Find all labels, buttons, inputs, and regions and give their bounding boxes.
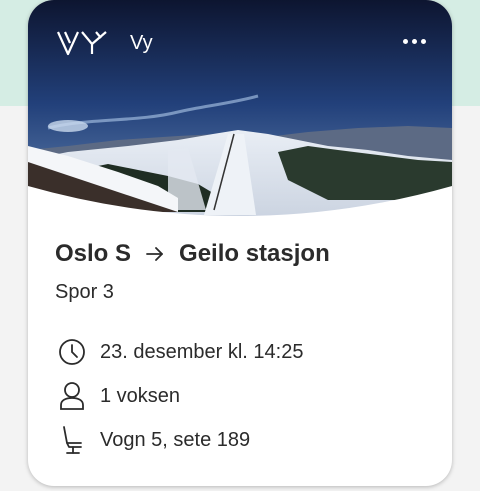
clock-icon <box>58 337 86 367</box>
track-label: Spor 3 <box>55 281 114 303</box>
route: Oslo S Geilo stasjon <box>55 240 330 268</box>
seat-text: Vogn 5, sete 189 <box>100 428 251 451</box>
route-origin: Oslo S <box>55 240 132 267</box>
vy-logo-icon <box>56 31 107 56</box>
departure-row: 23. desember kl. 14:25 <box>58 337 303 367</box>
travellers-row: 1 voksen <box>58 381 180 411</box>
arrow-right-icon <box>145 246 165 262</box>
seat-icon <box>58 425 86 455</box>
trip-card[interactable]: Vy Oslo S Geilo stasjon Spor 3 23. desem… <box>28 0 452 486</box>
travellers-text: 1 voksen <box>100 384 181 407</box>
person-icon <box>58 381 86 411</box>
departure-text: 23. desember kl. 14:25 <box>100 340 304 363</box>
seat-row: Vogn 5, sete 189 <box>58 425 250 455</box>
route-destination: Geilo stasjon <box>179 240 330 267</box>
brand: Vy <box>56 30 153 56</box>
brand-name: Vy <box>130 31 153 54</box>
more-options-button[interactable] <box>400 30 428 52</box>
more-dots-icon <box>402 38 408 44</box>
